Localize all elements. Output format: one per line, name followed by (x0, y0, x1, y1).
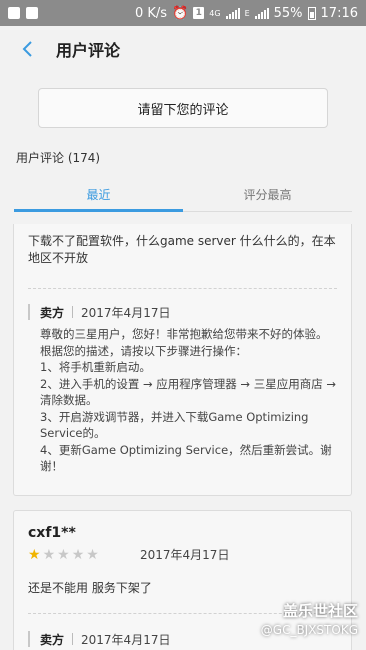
page-title: 用户评论 (56, 41, 121, 60)
image-icon (26, 7, 38, 19)
review-date: 2017年4月17日 (140, 548, 230, 562)
reply-author: 卖方 (40, 632, 65, 647)
review-count-label: 用户评论 (174) (16, 151, 101, 165)
tab-top-rated[interactable]: 评分最高 (183, 176, 352, 212)
battery-icon (307, 6, 316, 20)
reply-header: 卖方 2017年4月17日 (40, 631, 170, 647)
star-icon: ★ (42, 547, 56, 563)
reply-header: 卖方 2017年4月17日 (40, 304, 170, 320)
star-icon: ★ (71, 547, 85, 563)
app-bar: 用户评论 (0, 26, 366, 72)
status-bar: 0 K/s ⏰ 1 4G E 55% 17:16 (0, 0, 366, 26)
signal-icon (225, 7, 240, 19)
reply-separator (72, 633, 74, 645)
review-card: 下载不了配置软件，什么game server 什么什么的，在本地区不开放 卖方 … (13, 224, 352, 496)
sim-badge: 1 (193, 7, 205, 19)
sort-tabs: 最近 评分最高 (14, 176, 352, 212)
status-time: 17:16 (320, 5, 358, 21)
network-speed: 0 K/s (134, 5, 168, 21)
reply-text: 尊敬的三星用户，您好！非常抱歉给您带来不好的体验。 根据您的描述，请按以下步骤进… (40, 327, 336, 473)
star-rating: ★ ★ ★ ★ ★ (28, 547, 99, 563)
back-arrow-icon (22, 41, 32, 57)
star-icon: ★ (28, 547, 41, 563)
review-text: 还是不能用 服务下架了 (28, 581, 152, 595)
reply-author: 卖方 (40, 305, 65, 320)
signal-icon-2 (254, 7, 269, 19)
leave-review-button[interactable]: 请留下您的评论 (38, 88, 328, 128)
reply-indicator (28, 304, 30, 320)
watermark-handle: @GC_BJXSTOKG (260, 623, 358, 637)
review-text: 下载不了配置软件，什么game server 什么什么的，在本地区不开放 (28, 234, 336, 265)
network-sub-type: E (244, 8, 250, 18)
reviewer-name: cxf1** (28, 525, 76, 541)
reply-separator (72, 306, 74, 318)
back-button[interactable] (0, 26, 56, 72)
battery-percent: 55% (273, 5, 303, 21)
notification-icon (8, 7, 20, 19)
reply-date: 2017年4月17日 (81, 632, 171, 647)
tab-recent[interactable]: 最近 (14, 176, 183, 212)
star-icon: ★ (86, 547, 99, 563)
watermark: 盖乐世社区 @GC_BJXSTOKG (261, 600, 358, 637)
star-icon: ★ (57, 547, 70, 563)
alarm-icon: ⏰ (172, 5, 189, 21)
review-divider (28, 288, 337, 289)
watermark-logo: 盖乐世社区 (282, 602, 358, 620)
network-type: 4G (209, 8, 221, 18)
reply-date: 2017年4月17日 (81, 305, 171, 320)
reply-indicator (28, 631, 30, 647)
